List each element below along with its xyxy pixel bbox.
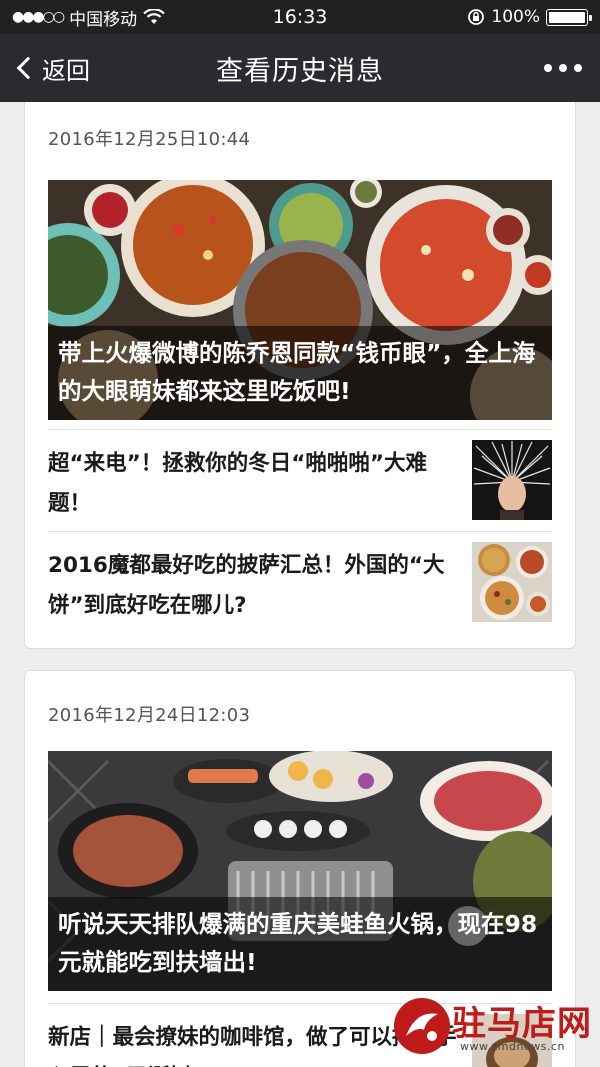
pizza-thumbnail-image <box>472 542 552 622</box>
signal-strength-icon: ●●●○○ <box>12 9 65 25</box>
article-thumbnail <box>472 542 552 622</box>
back-label: 返回 <box>42 56 90 85</box>
electric-hair-thumbnail-image <box>472 440 552 520</box>
wifi-icon <box>143 9 165 24</box>
article-title: 超“来电”！拯救你的冬日“啪啪啪”大难题！ <box>48 451 428 516</box>
message-date: 2016年12月24日12:03 <box>48 705 251 726</box>
page-title: 查看历史消息 <box>216 55 384 87</box>
message-card: 2016年12月25日10:44 带上火爆微博的陈乔恩同款“钱币眼”，全上海的大… <box>24 102 576 649</box>
cover-title: 带上火爆微博的陈乔恩同款“钱币眼”，全上海的大眼萌妹都来这里吃饭吧! <box>48 326 552 420</box>
message-history-list[interactable]: 2016年12月25日10:44 带上火爆微博的陈乔恩同款“钱币眼”，全上海的大… <box>0 102 600 1067</box>
chevron-left-icon <box>16 56 40 80</box>
cover-title: 听说天天排队爆满的重庆美蛙鱼火锅，现在98元就能吃到扶墙出! <box>48 897 552 991</box>
battery-percent: 100% <box>491 7 540 27</box>
more-options-button[interactable] <box>544 56 582 80</box>
more-dot-icon <box>544 64 552 72</box>
message-date: 2016年12月25日10:44 <box>48 129 251 150</box>
carrier-name: 中国移动 <box>69 9 138 30</box>
back-button[interactable]: 返回 <box>14 34 90 102</box>
battery-icon <box>546 8 592 26</box>
article-item[interactable]: 超“来电”！拯救你的冬日“啪啪啪”大难题！ <box>48 429 552 531</box>
more-dot-icon <box>559 64 567 72</box>
status-bar: ●●●○○ 中国移动 16:33 100% <box>0 0 600 34</box>
article-thumbnail <box>472 440 552 520</box>
nav-bar: 返回 查看历史消息 <box>0 34 600 102</box>
article-item[interactable]: 2016魔都最好吃的披萨汇总！外国的“大饼”到底好吃在哪儿? <box>48 531 552 633</box>
watermark-url: www.zmdnews.cn <box>460 1040 565 1053</box>
status-left: ●●●○○ 中国移动 <box>12 5 165 30</box>
watermark-text: 驻马店网 <box>452 1004 592 1044</box>
battery-fill <box>549 11 585 23</box>
cover-article[interactable]: 听说天天排队爆满的重庆美蛙鱼火锅，现在98元就能吃到扶墙出! <box>48 751 552 991</box>
watermark: 驻马店网 www.zmdnews.cn <box>390 990 600 1067</box>
article-title: 2016魔都最好吃的披萨汇总！外国的“大饼”到底好吃在哪儿? <box>48 553 445 618</box>
more-dot-icon <box>574 64 582 72</box>
status-right: 100% <box>467 7 592 27</box>
orientation-lock-icon <box>468 9 485 25</box>
watermark-logo-icon <box>394 998 450 1054</box>
cover-article[interactable]: 带上火爆微博的陈乔恩同款“钱币眼”，全上海的大眼萌妹都来这里吃饭吧! <box>48 180 552 420</box>
